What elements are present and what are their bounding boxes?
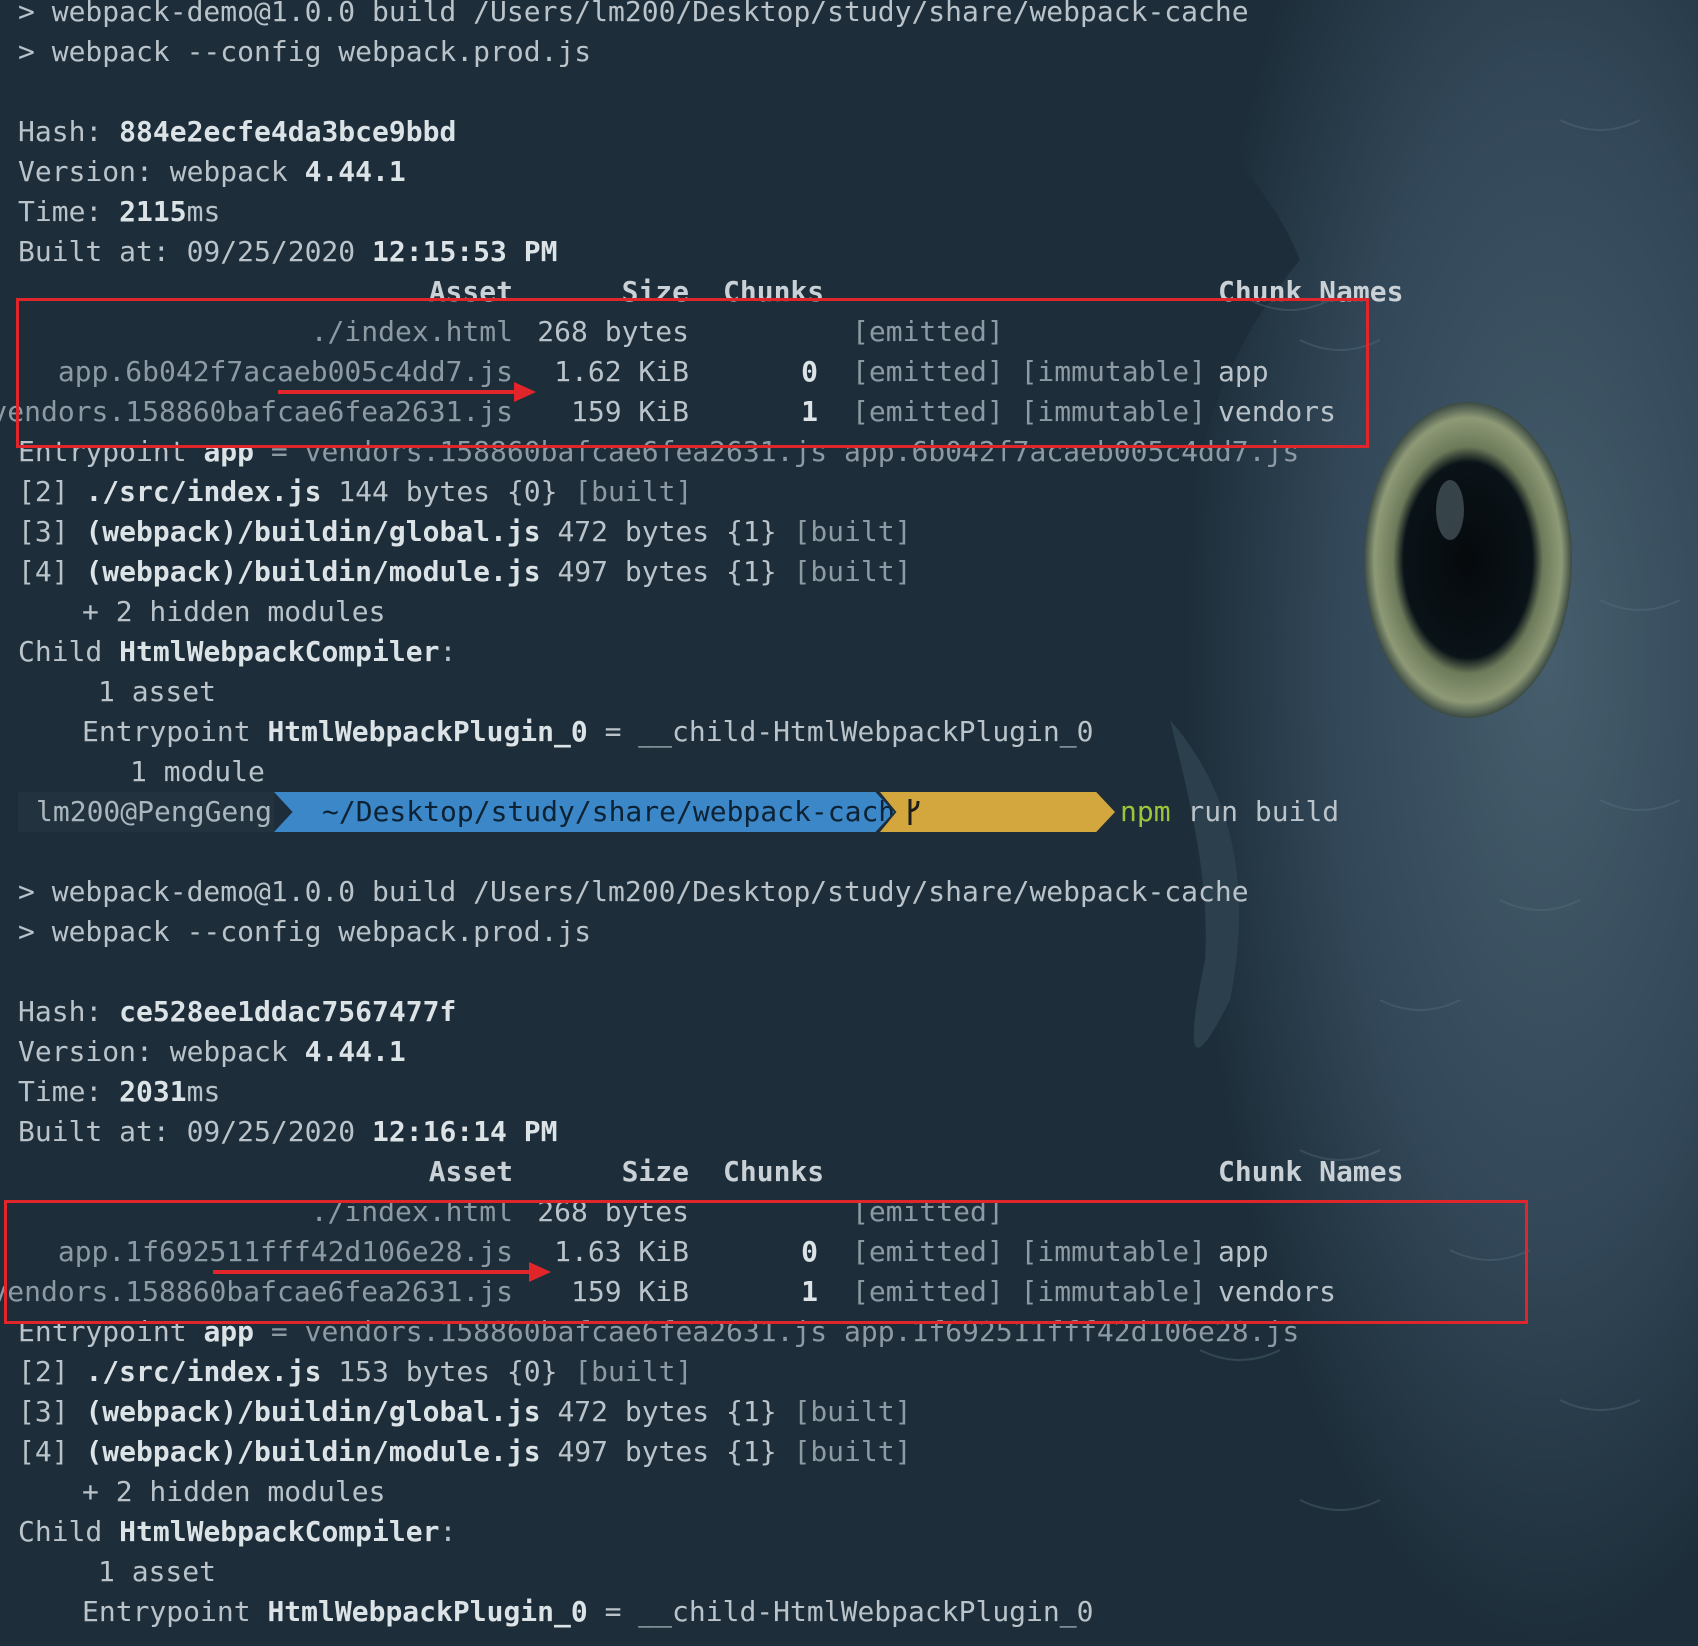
hash-line: Hash: 884e2ecfe4da3bce9bbd [18,115,457,148]
module-line: [3] (webpack)/buildin/global.js 472 byte… [18,1395,912,1428]
command-line: > webpack --config webpack.prod.js [18,915,592,948]
hidden-modules-line: + 2 hidden modules [82,1475,386,1508]
module-line: [4] (webpack)/buildin/module.js 497 byte… [18,555,912,588]
hash-line: Hash: ce528ee1ddac7567477f [18,995,457,1028]
time-line: Time: 2115ms [18,195,221,228]
built-at-line: Built at: 09/25/2020 12:16:14 PM [18,1115,558,1148]
prompt-user: lm200@PengGeng [18,792,274,832]
header-chunks: Chunks [723,1155,825,1188]
child-asset-line: 1 asset [98,675,217,708]
annotation-arrow [213,1262,551,1282]
version-line: Version: webpack 4.44.1 [18,1035,406,1068]
header-chunk-names: Chunk Names [1218,1155,1404,1188]
header-size: Size [621,1155,689,1188]
prompt-command[interactable]: npm run build [1120,792,1339,832]
asset-table-header: Asset Size Chunks Chunk Names [0,1152,1698,1192]
terminal-output: > webpack-demo@1.0.0 build /Users/lm200/… [0,0,1698,1646]
child-compiler-line: Child HtmlWebpackCompiler: [18,1515,457,1548]
child-asset-line: 1 asset [98,1555,217,1588]
module-line: [2] ./src/index.js 144 bytes {0} [built] [18,475,693,508]
command-line: > webpack-demo@1.0.0 build /Users/lm200/… [18,0,1249,28]
annotation-arrow [278,382,536,402]
child-compiler-line: Child HtmlWebpackCompiler: [18,635,457,668]
header-asset: Asset [428,1155,513,1188]
built-at-line: Built at: 09/25/2020 12:15:53 PM [18,235,558,268]
module-line: [4] (webpack)/buildin/module.js 497 byte… [18,1435,912,1468]
module-line: [3] (webpack)/buildin/global.js 472 byte… [18,515,912,548]
highlight-box-run1 [16,298,1369,448]
git-branch-icon [908,799,920,825]
time-line: Time: 2031ms [18,1075,221,1108]
child-entrypoint-line: Entrypoint HtmlWebpackPlugin_0 = __child… [82,715,1094,748]
prompt-directory: ~/Desktop/study/share/webpack-cache [274,792,894,832]
hidden-modules-line: + 2 hidden modules [82,595,386,628]
child-entrypoint-line: Entrypoint HtmlWebpackPlugin_0 = __child… [82,1595,1094,1628]
command-line: > webpack-demo@1.0.0 build /Users/lm200/… [18,875,1249,908]
prompt-git-branch: master ● [880,792,1115,832]
module-line: [2] ./src/index.js 153 bytes {0} [built] [18,1355,693,1388]
command-line: > webpack --config webpack.prod.js [18,35,592,68]
child-module-line: 1 module [130,755,265,788]
version-line: Version: webpack 4.44.1 [18,155,406,188]
